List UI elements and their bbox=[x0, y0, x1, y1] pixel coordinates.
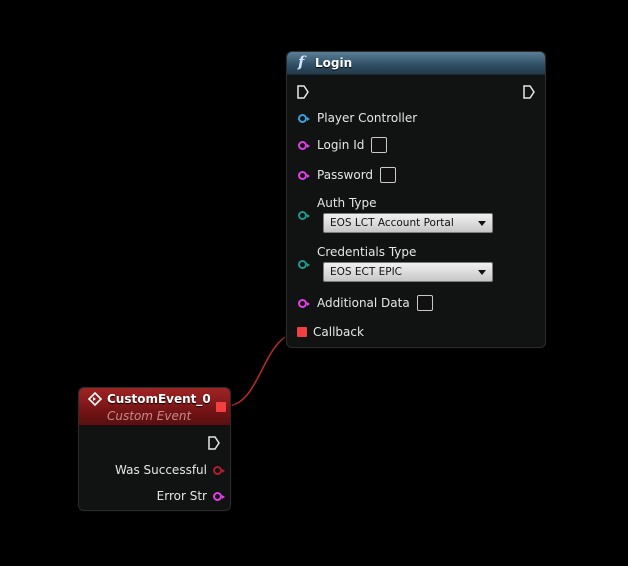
login-id-pin[interactable]: Login Id bbox=[298, 137, 388, 153]
delegate-pin-icon[interactable] bbox=[297, 327, 307, 337]
auth-type-dropdown[interactable]: EOS LCT Account Portal bbox=[323, 213, 493, 233]
enum-pin-icon[interactable] bbox=[298, 211, 310, 220]
event-node-header[interactable]: CustomEvent_0 Custom Event bbox=[79, 388, 230, 426]
string-pin-icon[interactable] bbox=[298, 140, 310, 150]
enum-pin-icon[interactable] bbox=[298, 260, 310, 269]
was-successful-label: Was Successful bbox=[115, 463, 207, 477]
bool-pin-icon[interactable] bbox=[213, 465, 225, 475]
player-controller-label: Player Controller bbox=[317, 111, 418, 125]
password-input[interactable] bbox=[380, 167, 397, 183]
callback-pin[interactable]: Callback bbox=[297, 325, 364, 339]
login-id-input[interactable] bbox=[371, 137, 388, 153]
function-icon: f bbox=[298, 53, 305, 71]
event-diamond-icon bbox=[88, 392, 102, 406]
delegate-output-pin[interactable] bbox=[216, 402, 226, 412]
login-node-header[interactable]: f Login bbox=[287, 52, 545, 75]
exec-arrow-icon bbox=[523, 85, 535, 99]
additional-data-pin[interactable]: Additional Data bbox=[298, 295, 433, 311]
chevron-down-icon bbox=[478, 270, 486, 275]
object-pin-icon[interactable] bbox=[298, 113, 310, 123]
custom-event-node[interactable]: CustomEvent_0 Custom Event Was Successfu… bbox=[78, 387, 231, 511]
error-str-label: Error Str bbox=[156, 489, 207, 503]
error-str-pin[interactable]: Error Str bbox=[156, 489, 225, 503]
additional-data-input[interactable] bbox=[416, 295, 433, 311]
login-node-title: Login bbox=[315, 56, 353, 70]
auth-type-value: EOS LCT Account Portal bbox=[330, 217, 454, 229]
exec-arrow-icon bbox=[208, 436, 220, 450]
string-pin-icon[interactable] bbox=[298, 298, 310, 308]
login-function-node[interactable]: f Login Player Controller Login Id Passw… bbox=[286, 51, 546, 348]
exec-arrow-icon bbox=[297, 85, 309, 99]
credentials-type-value: EOS ECT EPIC bbox=[330, 266, 403, 278]
string-pin-icon[interactable] bbox=[213, 491, 225, 501]
login-id-label: Login Id bbox=[317, 138, 365, 152]
credentials-type-label: Credentials Type bbox=[317, 245, 417, 259]
player-controller-pin[interactable]: Player Controller bbox=[298, 111, 417, 125]
event-node-title: CustomEvent_0 bbox=[107, 392, 211, 406]
was-successful-pin[interactable]: Was Successful bbox=[115, 463, 225, 477]
credentials-type-dropdown[interactable]: EOS ECT EPIC bbox=[323, 262, 493, 282]
callback-label: Callback bbox=[313, 325, 364, 339]
password-pin[interactable]: Password bbox=[298, 167, 397, 183]
exec-output-pin[interactable] bbox=[208, 436, 220, 450]
exec-output-pin[interactable] bbox=[523, 85, 535, 99]
additional-data-label: Additional Data bbox=[317, 296, 410, 310]
string-pin-icon[interactable] bbox=[298, 170, 310, 180]
auth-type-label: Auth Type bbox=[317, 196, 377, 210]
event-node-subtitle: Custom Event bbox=[107, 409, 192, 423]
exec-input-pin[interactable] bbox=[297, 85, 309, 99]
chevron-down-icon bbox=[478, 221, 486, 226]
password-label: Password bbox=[317, 168, 374, 182]
